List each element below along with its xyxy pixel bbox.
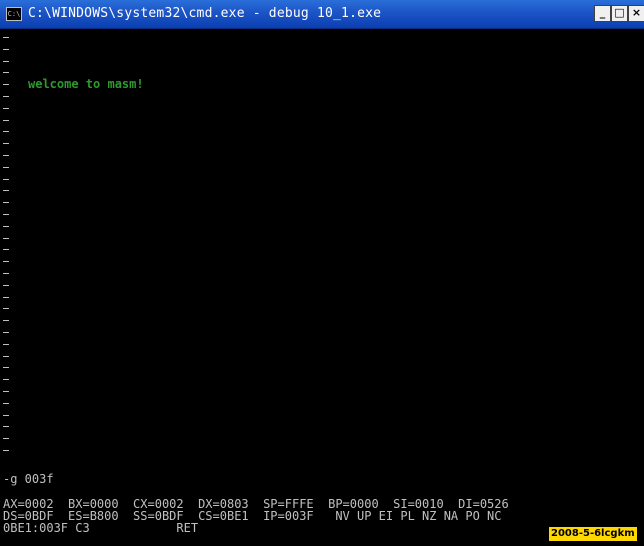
- prompt-dash: [3, 120, 9, 121]
- console-area[interactable]: welcome to masm! -g 003f AX=0002 BX=0000…: [0, 30, 644, 546]
- prompt-dash: [3, 190, 9, 191]
- close-button[interactable]: ×: [628, 5, 644, 22]
- prompt-dash: [3, 108, 9, 109]
- prompt-dash: [3, 344, 9, 345]
- prompt-dash: [3, 438, 9, 439]
- prompt-dash: [3, 143, 9, 144]
- maximize-button[interactable]: □: [611, 5, 628, 22]
- cmd-icon[interactable]: C:\: [6, 7, 22, 21]
- watermark-label: 2008-5-6lcgkm: [549, 527, 637, 541]
- debug-command: -g 003f: [3, 472, 54, 486]
- prompt-dash: [3, 37, 9, 38]
- prompt-dash: [3, 450, 9, 451]
- prompt-dash: [3, 61, 9, 62]
- prompt-dash: [3, 415, 9, 416]
- prompt-dash: [3, 238, 9, 239]
- program-output: welcome to masm!: [28, 77, 144, 91]
- prompt-dash: [3, 320, 9, 321]
- prompt-dash: [3, 49, 9, 50]
- cmd-window: C:\ C:\WINDOWS\system32\cmd.exe - debug …: [0, 0, 644, 546]
- prompt-dash: [3, 202, 9, 203]
- prompt-dash: [3, 167, 9, 168]
- prompt-dash: [3, 226, 9, 227]
- prompt-dash: [3, 379, 9, 380]
- prompt-dash: [3, 179, 9, 180]
- instruction-line: 0BE1:003F C3 RET: [3, 521, 199, 535]
- prompt-dash: [3, 261, 9, 262]
- prompt-dash: [3, 308, 9, 309]
- prompt-dash: [3, 391, 9, 392]
- prompt-dash: [3, 403, 9, 404]
- prompt-dash: [3, 84, 9, 85]
- prompt-dash: [3, 332, 9, 333]
- title-bar[interactable]: C:\ C:\WINDOWS\system32\cmd.exe - debug …: [0, 0, 644, 29]
- prompt-dash: [3, 297, 9, 298]
- prompt-dash: [3, 131, 9, 132]
- prompt-dash: [3, 426, 9, 427]
- prompt-dash: [3, 285, 9, 286]
- prompt-dash: [3, 96, 9, 97]
- prompt-dash: [3, 214, 9, 215]
- prompt-dash: [3, 72, 9, 73]
- prompt-dash: [3, 155, 9, 156]
- prompt-dash: [3, 273, 9, 274]
- prompt-dash: [3, 249, 9, 250]
- prompt-dash: [3, 356, 9, 357]
- minimize-button[interactable]: _: [594, 5, 611, 22]
- prompt-dash: [3, 367, 9, 368]
- window-title: C:\WINDOWS\system32\cmd.exe - debug 10_1…: [28, 6, 382, 21]
